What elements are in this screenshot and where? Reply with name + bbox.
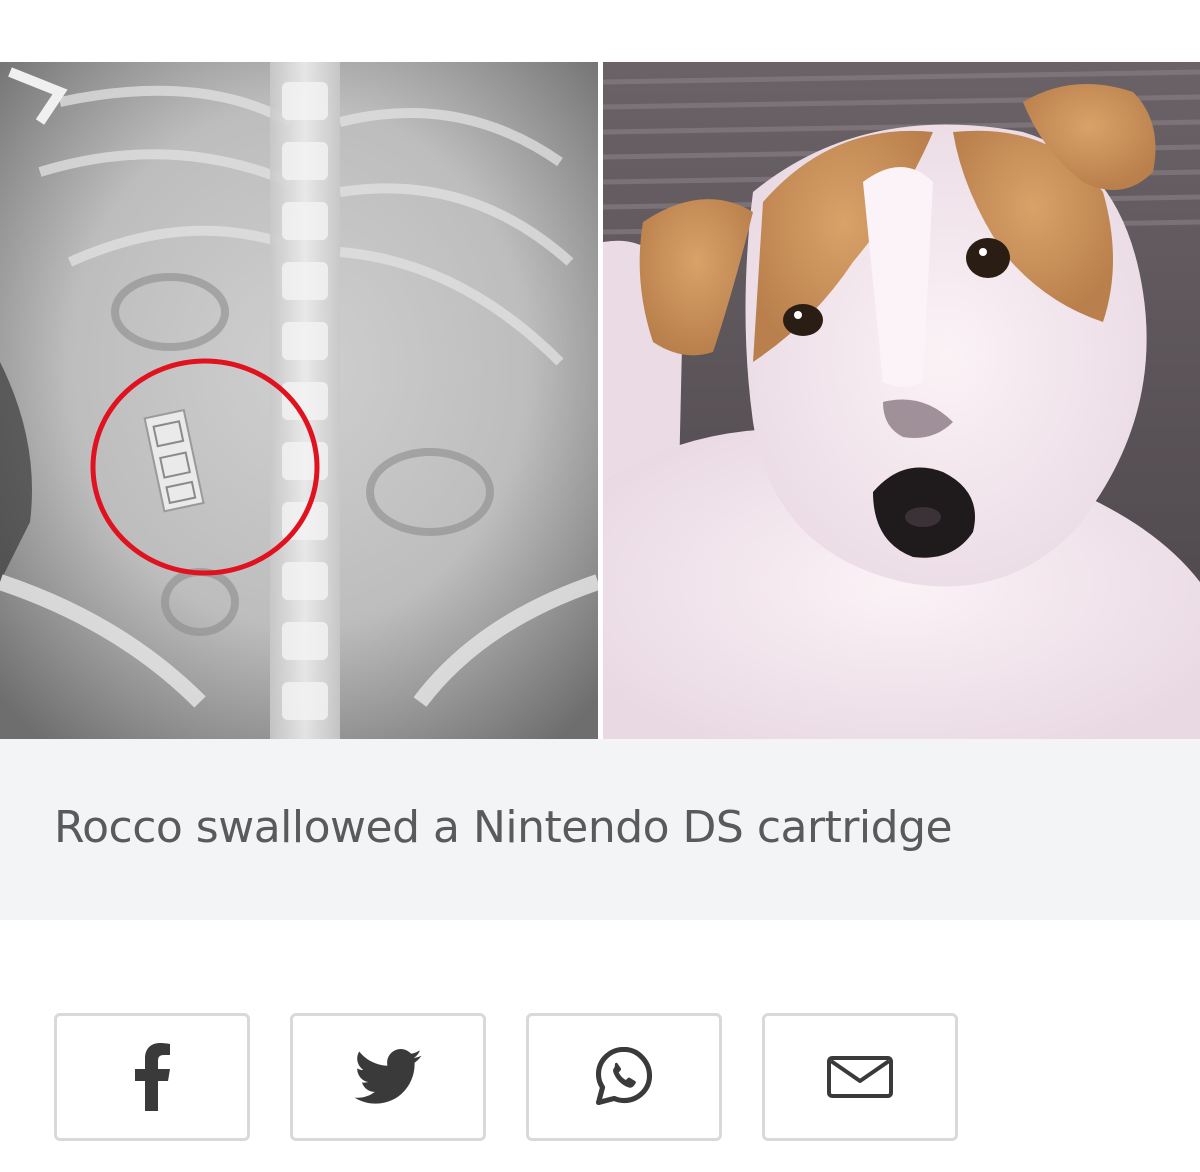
share-twitter-button[interactable] (290, 1013, 486, 1141)
facebook-icon (132, 1043, 172, 1111)
image-caption: Rocco swallowed a Nintendo DS cartridge (54, 802, 953, 853)
dog-photo (603, 62, 1200, 739)
share-whatsapp-button[interactable] (526, 1013, 722, 1141)
whatsapp-icon (590, 1043, 658, 1111)
share-email-button[interactable] (762, 1013, 958, 1141)
x-ray-image (0, 62, 598, 739)
email-icon (826, 1055, 894, 1099)
article-image (0, 62, 1200, 739)
twitter-icon (354, 1049, 422, 1105)
share-facebook-button[interactable] (54, 1013, 250, 1141)
